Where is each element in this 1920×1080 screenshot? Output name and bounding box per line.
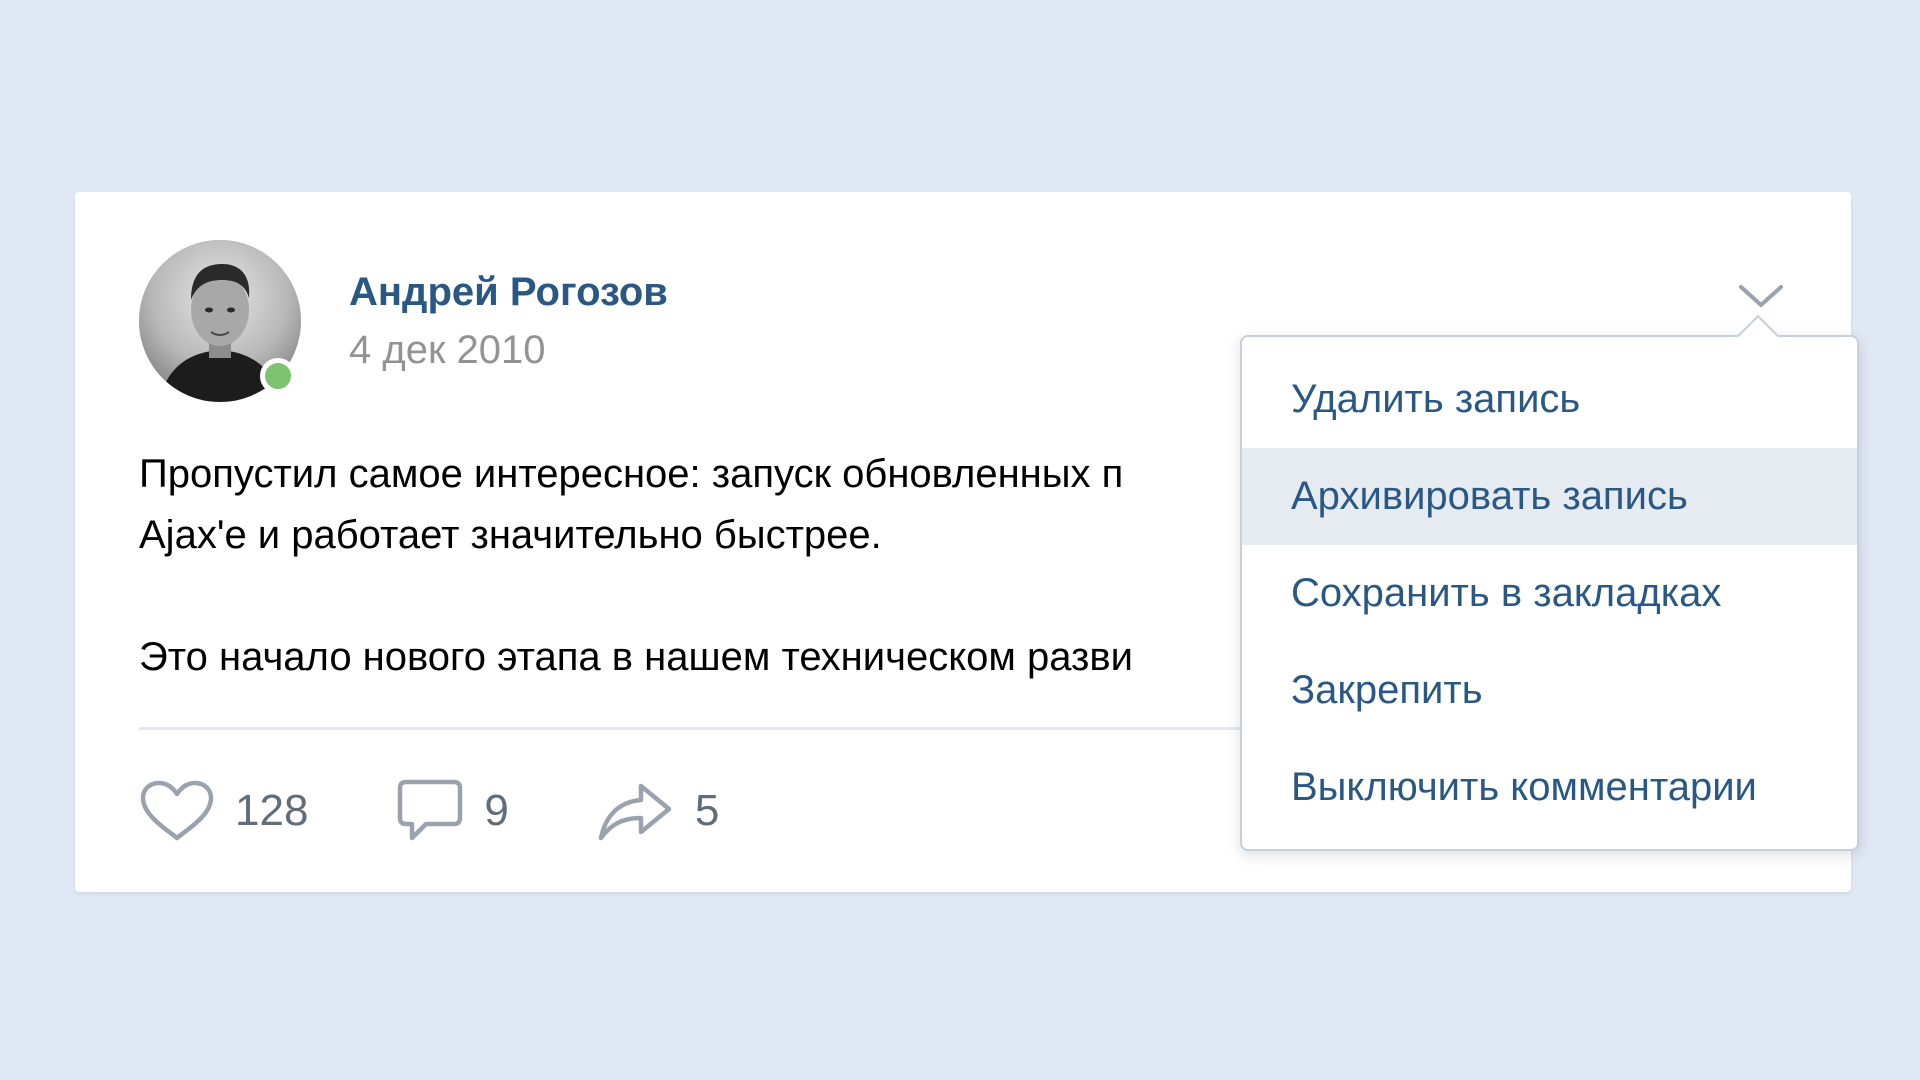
menu-item-archive[interactable]: Архивировать запись [1242, 448, 1857, 545]
heart-icon [140, 780, 214, 841]
menu-item-disable-comments[interactable]: Выключить комментарии [1242, 739, 1857, 836]
comment-icon [398, 779, 463, 841]
post-menu-button[interactable] [1735, 278, 1787, 314]
avatar[interactable] [139, 240, 301, 402]
menu-item-pin[interactable]: Закрепить [1242, 642, 1857, 739]
chevron-down-icon [1739, 285, 1783, 307]
author-name[interactable]: Андрей Рогозов [349, 270, 668, 315]
share-count: 5 [694, 786, 720, 835]
post-actions-menu: Удалить запись Архивировать запись Сохра… [1240, 335, 1859, 851]
share-button[interactable]: 5 [597, 780, 719, 842]
post-date[interactable]: 4 дек 2010 [349, 328, 546, 373]
online-indicator [260, 358, 296, 394]
menu-item-delete[interactable]: Удалить запись [1242, 351, 1857, 448]
menu-item-bookmark[interactable]: Сохранить в закладках [1242, 545, 1857, 642]
like-count: 128 [235, 786, 309, 835]
post-actions: 128 9 5 [139, 776, 807, 846]
like-button[interactable]: 128 [139, 780, 308, 842]
share-icon [598, 783, 672, 841]
comment-button[interactable]: 9 [396, 778, 509, 844]
comment-count: 9 [484, 786, 509, 835]
menu-list: Удалить запись Архивировать запись Сохра… [1242, 351, 1857, 836]
